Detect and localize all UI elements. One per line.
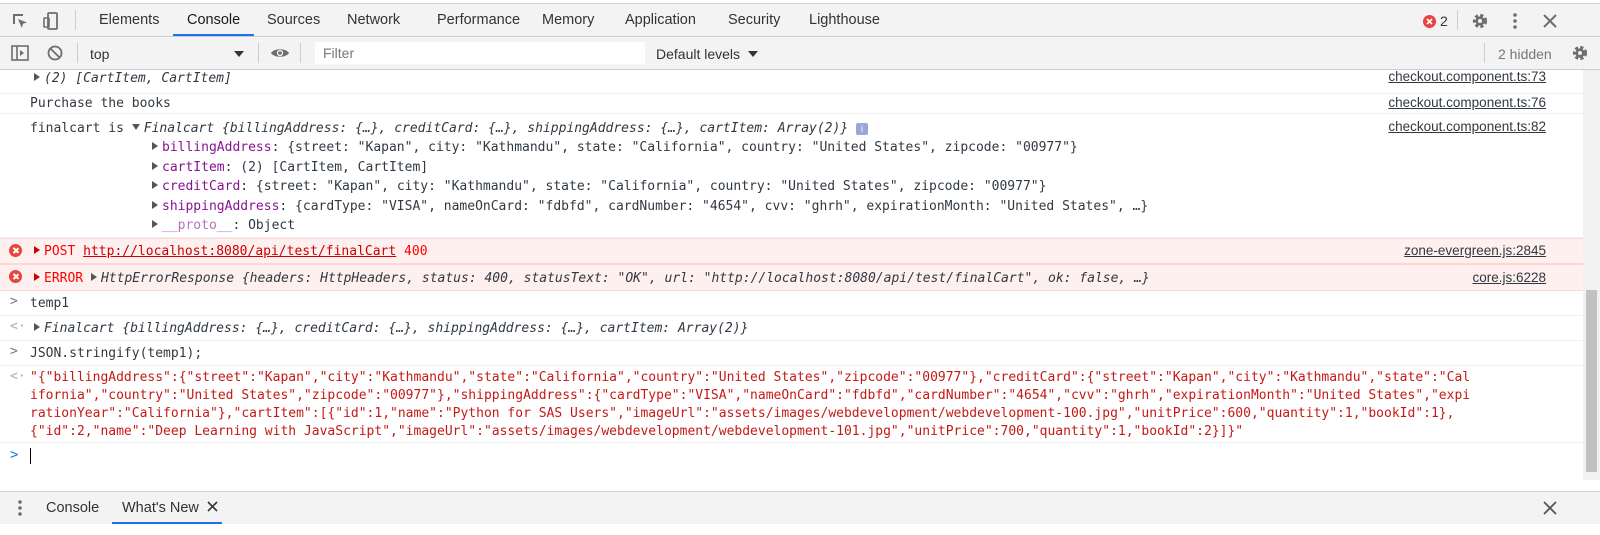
source-link[interactable]: checkout.component.ts:73: [1388, 70, 1546, 84]
tab-console[interactable]: Console: [172, 4, 255, 36]
source-link[interactable]: core.js:6228: [1472, 270, 1546, 285]
object-property[interactable]: billingAddress: {street: "Kapan", city: …: [152, 139, 1078, 157]
console-settings-gear-icon[interactable]: [1570, 43, 1590, 63]
tab-security[interactable]: Security: [728, 4, 780, 36]
divider: [300, 43, 301, 63]
result-arrow-icon: <·: [10, 369, 26, 384]
tab-network[interactable]: Network: [347, 4, 400, 36]
console-messages: (2) [CartItem, CartItem] checkout.compon…: [0, 70, 1583, 480]
drawer-tab-whats-new[interactable]: What's New: [112, 492, 222, 524]
live-expression-eye-icon[interactable]: [270, 43, 290, 63]
sidebar-toggle-icon[interactable]: [10, 43, 30, 63]
input-text: JSON.stringify(temp1);: [30, 346, 203, 361]
error-text[interactable]: POST http://localhost:8080/api/test/fina…: [34, 243, 428, 261]
console-toolbar: top Default levels 2 hidden: [0, 37, 1600, 70]
input-prompt-icon: >: [10, 344, 18, 359]
error-counter[interactable]: 2: [1423, 11, 1448, 31]
tab-sources[interactable]: Sources: [267, 4, 320, 36]
text-caret: [30, 448, 31, 464]
prompt-chevron-icon: >: [10, 447, 19, 463]
collapse-triangle-icon[interactable]: [131, 124, 140, 130]
divider: [1484, 43, 1485, 63]
devtools-tab-bar: Elements Console Sources Network Perform…: [0, 4, 1600, 37]
tab-application[interactable]: Application: [625, 4, 696, 36]
window-bottom-edge: [0, 524, 1600, 535]
error-message: POST http://localhost:8080/api/test/fina…: [0, 238, 1583, 264]
source-link[interactable]: zone-evergreen.js:2845: [1404, 243, 1546, 258]
error-count: 2: [1440, 13, 1448, 29]
json-string-line: {"id":2,"name":"Deep Learning with JavaS…: [30, 424, 1244, 439]
more-options-icon[interactable]: [1505, 11, 1525, 31]
json-string-line: ifornia","country":"United States","zipc…: [30, 388, 1471, 403]
error-icon: [9, 270, 22, 283]
divider: [77, 43, 78, 63]
drawer-tab-console[interactable]: Console: [46, 492, 99, 524]
close-tab-icon[interactable]: [207, 501, 218, 512]
error-text[interactable]: ERROR HttpErrorResponse {headers: HttpHe…: [34, 270, 1150, 288]
tab-elements[interactable]: Elements: [99, 4, 159, 36]
filter-input[interactable]: [315, 42, 645, 64]
console-result: <· Finalcart {billingAddress: {…}, credi…: [0, 316, 1583, 341]
input-text: temp1: [30, 296, 70, 311]
close-devtools-icon[interactable]: [1540, 11, 1560, 31]
log-text[interactable]: (2) [CartItem, CartItem]: [34, 70, 232, 88]
console-scrollbar[interactable]: [1583, 70, 1600, 480]
close-drawer-icon[interactable]: [1542, 500, 1558, 516]
clear-console-icon[interactable]: [45, 43, 65, 63]
settings-gear-icon[interactable]: [1470, 11, 1490, 31]
hidden-messages-count: 2 hidden: [1498, 46, 1552, 62]
log-levels-dropdown[interactable]: Default levels: [656, 44, 758, 64]
console-result: <· "{"billingAddress":{"street":"Kapan",…: [0, 366, 1583, 443]
divider: [1457, 10, 1458, 30]
tab-lighthouse[interactable]: Lighthouse: [809, 4, 880, 36]
log-message: (2) [CartItem, CartItem] checkout.compon…: [0, 70, 1583, 94]
json-string-line: "{"billingAddress":{"street":"Kapan","ci…: [30, 370, 1471, 385]
object-property[interactable]: shippingAddress: {cardType: "VISA", name…: [152, 198, 1148, 216]
object-property[interactable]: cartItem: (2) [CartItem, CartItem]: [152, 159, 428, 177]
object-property[interactable]: __proto__: Object: [152, 217, 295, 235]
error-message: ERROR HttpErrorResponse {headers: HttpHe…: [0, 264, 1583, 291]
drawer-tab-label: What's New: [122, 500, 199, 516]
scrollbar-thumb[interactable]: [1586, 290, 1597, 472]
input-prompt-icon: >: [10, 294, 18, 309]
result-arrow-icon: <·: [10, 319, 26, 334]
error-icon: [1423, 14, 1436, 28]
log-message: Purchase the books checkout.component.ts…: [0, 94, 1583, 114]
dropdown-arrow-icon: [747, 51, 758, 57]
expand-triangle-icon[interactable]: [34, 73, 40, 81]
tab-performance[interactable]: Performance: [437, 4, 520, 36]
divider: [258, 43, 259, 63]
device-toolbar-icon[interactable]: [42, 11, 62, 31]
divider: [75, 10, 76, 30]
log-levels-label: Default levels: [656, 46, 741, 62]
source-link[interactable]: checkout.component.ts:82: [1388, 119, 1546, 134]
console-input-echo: > JSON.stringify(temp1);: [0, 341, 1583, 366]
drawer-tab-bar: Console What's New: [0, 491, 1600, 524]
log-message: finalcart is Finalcart {billingAddress: …: [0, 114, 1583, 238]
json-string-line: rationYear":"California"},"cartItem":[{"…: [30, 406, 1455, 421]
drawer-menu-icon[interactable]: [10, 498, 30, 518]
context-selector[interactable]: top: [90, 44, 250, 64]
log-text: Purchase the books: [30, 96, 171, 111]
console-input-echo: > temp1: [0, 291, 1583, 316]
console-prompt[interactable]: >: [0, 443, 1583, 473]
source-link[interactable]: checkout.component.ts:76: [1388, 95, 1546, 110]
tab-memory[interactable]: Memory: [542, 4, 594, 36]
dropdown-arrow-icon: [234, 51, 244, 57]
result-text[interactable]: Finalcart {billingAddress: {…}, creditCa…: [34, 320, 748, 338]
context-value: top: [90, 46, 110, 62]
info-icon: i: [855, 123, 868, 135]
object-property[interactable]: creditCard: {street: "Kapan", city: "Kat…: [152, 178, 1046, 196]
error-icon: [9, 244, 22, 257]
inspect-element-icon[interactable]: [10, 11, 30, 31]
log-text: finalcart is Finalcart {billingAddress: …: [30, 120, 868, 138]
